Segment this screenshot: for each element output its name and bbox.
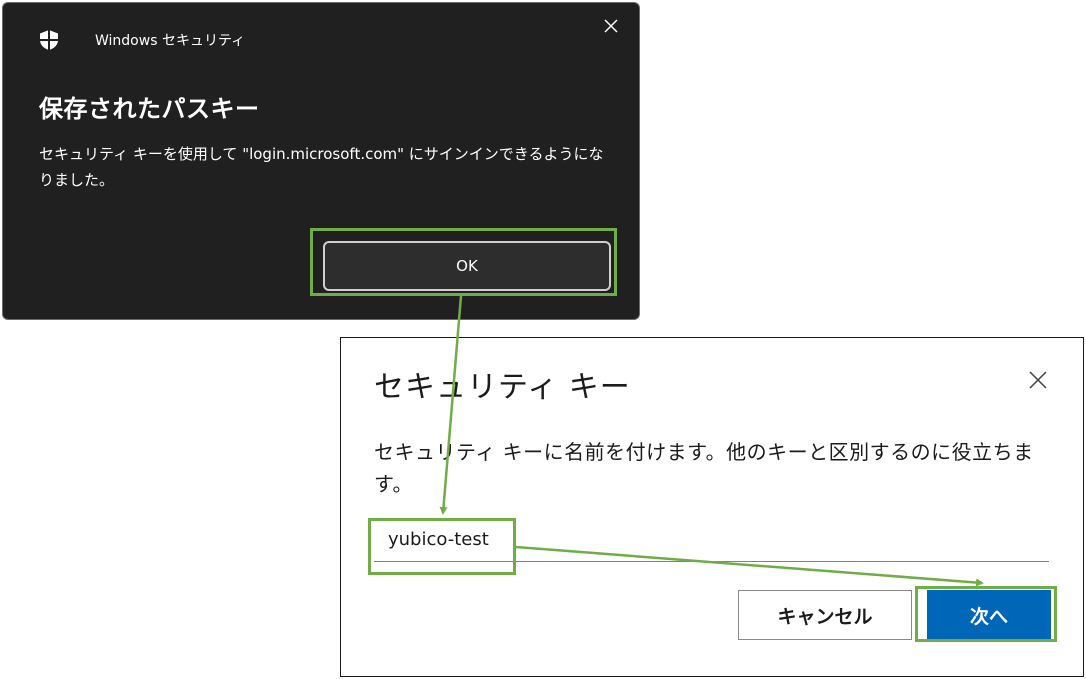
- close-button[interactable]: [599, 15, 623, 39]
- close-icon: [604, 18, 618, 37]
- app-title: Windows セキュリティ: [95, 33, 246, 49]
- dialog-description: セキュリティ キーに名前を付けます。他のキーと区別するのに役立ちます。: [374, 440, 1034, 496]
- close-button[interactable]: [1024, 368, 1052, 396]
- key-name-field: [374, 518, 1049, 562]
- ok-button[interactable]: OK: [323, 241, 611, 291]
- key-name-input[interactable]: [374, 518, 1049, 560]
- next-button[interactable]: 次へ: [927, 590, 1051, 640]
- close-icon: [1028, 370, 1048, 394]
- dialog-message: セキュリティ キーを使用して "login.microsoft.com" にサイ…: [39, 145, 604, 189]
- cancel-button[interactable]: キャンセル: [738, 590, 912, 640]
- shield-icon: [38, 29, 60, 51]
- security-key-dialog: セキュリティ キー セキュリティ キーに名前を付けます。他のキーと区別するのに役…: [340, 337, 1084, 677]
- windows-security-dialog: Windows セキュリティ 保存されたパスキー セキュリティ キーを使用して …: [2, 2, 640, 320]
- dialog-title: セキュリティ キー: [374, 370, 631, 405]
- dialog-heading: 保存されたパスキー: [39, 95, 260, 123]
